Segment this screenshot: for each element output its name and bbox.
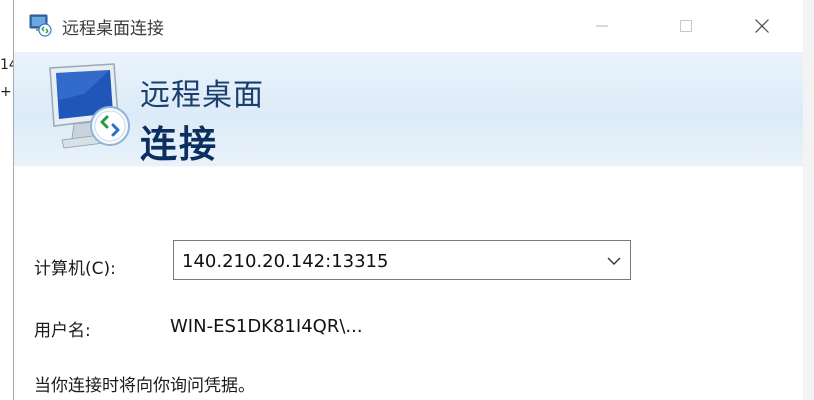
maximize-icon (680, 20, 692, 32)
header-banner: 远程桌面 连接 (14, 52, 803, 167)
banner-title-line2: 连接 (140, 123, 218, 166)
username-value: WIN-ES1DK81I4QR\... (170, 316, 363, 337)
minimize-icon (596, 25, 608, 27)
title-bar[interactable]: 远程桌面连接 (14, 0, 803, 52)
credentials-note: 当你连接时将向你询问凭据。 (34, 376, 255, 396)
computer-label: 计算机(C): (34, 259, 116, 279)
close-icon (755, 19, 769, 33)
window-title: 远程桌面连接 (62, 19, 164, 39)
username-label: 用户名: (34, 321, 91, 341)
divider (14, 166, 803, 167)
remote-desktop-icon (29, 14, 52, 37)
banner-title-line1: 远程桌面 (140, 78, 264, 113)
close-button[interactable] (732, 0, 792, 52)
computer-input[interactable]: 140.210.20.142:13315 (182, 251, 388, 272)
background-edge (802, 0, 814, 400)
maximize-button[interactable] (656, 0, 716, 52)
remote-desktop-monitor-icon (49, 63, 130, 149)
chevron-down-icon[interactable] (606, 253, 622, 269)
remote-desktop-dialog: 远程桌面连接 远程桌面 连接 计算机(C): 140.210.20.142:13… (13, 0, 803, 400)
computer-combobox[interactable]: 140.210.20.142:13315 (173, 240, 631, 280)
background-text-fragment: + (0, 84, 12, 100)
minimize-button[interactable] (572, 0, 632, 52)
